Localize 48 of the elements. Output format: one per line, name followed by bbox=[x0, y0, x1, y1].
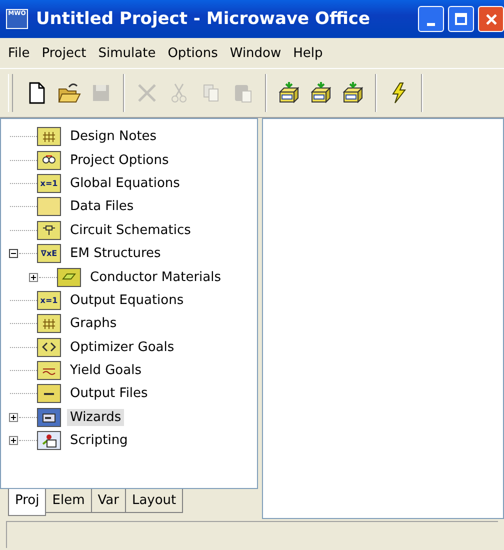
tree-node-icon bbox=[37, 314, 61, 334]
tree-node-icon bbox=[37, 127, 61, 146]
minimize-button[interactable] bbox=[418, 6, 444, 32]
expand-toggle-icon[interactable] bbox=[9, 436, 18, 446]
toolbar-grip[interactable] bbox=[8, 74, 13, 112]
tree-item[interactable]: Design Notes bbox=[67, 128, 160, 146]
tree-item[interactable]: Yield Goals bbox=[67, 362, 144, 380]
tree-item[interactable]: EM Structures bbox=[67, 245, 164, 262]
menu-item[interactable]: Options bbox=[162, 46, 224, 60]
menu-item[interactable]: Help bbox=[287, 46, 329, 60]
tree-item[interactable]: Circuit Schematics bbox=[67, 222, 194, 239]
window-title: Untitled Project - Microwave Office bbox=[36, 9, 372, 29]
menu-item[interactable]: File bbox=[2, 46, 36, 60]
tree-node-icon bbox=[37, 150, 61, 170]
tab[interactable]: Proj bbox=[8, 489, 46, 516]
menu-item[interactable]: Simulate bbox=[92, 46, 162, 60]
tree-node-icon bbox=[37, 408, 61, 427]
expand-toggle-icon[interactable] bbox=[29, 272, 38, 282]
maximize-button[interactable] bbox=[448, 6, 474, 32]
expand-toggle-icon[interactable] bbox=[9, 412, 18, 422]
tree-node-icon: x=1 bbox=[37, 290, 61, 310]
menu-item[interactable]: Project bbox=[36, 46, 92, 60]
tree-node-icon bbox=[37, 361, 61, 380]
tree-node-icon: ∇xE bbox=[37, 244, 61, 264]
tab[interactable]: Layout bbox=[124, 489, 184, 513]
tree-item[interactable]: Graphs bbox=[67, 315, 120, 332]
close-icon bbox=[486, 14, 496, 24]
tree-node-icon bbox=[37, 384, 61, 404]
tree-item[interactable]: Output Files bbox=[67, 385, 151, 402]
tree-node-icon bbox=[57, 268, 81, 287]
tree-node-icon bbox=[37, 431, 61, 450]
tree-item[interactable]: Project Options bbox=[67, 152, 172, 169]
tree-item[interactable]: Conductor Materials bbox=[87, 268, 224, 286]
menu-item[interactable]: Window bbox=[224, 46, 288, 60]
tree-node-icon bbox=[37, 220, 61, 240]
maximize-icon bbox=[455, 13, 467, 25]
tree-item[interactable]: Global Equations bbox=[67, 174, 183, 192]
tree-node-icon bbox=[37, 197, 61, 216]
tree-item[interactable]: Data Files bbox=[67, 198, 137, 216]
tree-node-icon: x=1 bbox=[37, 174, 61, 193]
close-button[interactable] bbox=[478, 6, 504, 32]
tree-node-icon bbox=[37, 338, 61, 357]
expand-toggle-icon[interactable] bbox=[9, 249, 18, 258]
tree-item[interactable]: Wizards bbox=[67, 408, 124, 426]
tree-item[interactable]: Scripting bbox=[67, 432, 131, 450]
minimize-icon bbox=[427, 22, 435, 26]
tree-item[interactable]: Optimizer Goals bbox=[67, 338, 178, 356]
tree-item[interactable]: Output Equations bbox=[67, 292, 187, 309]
